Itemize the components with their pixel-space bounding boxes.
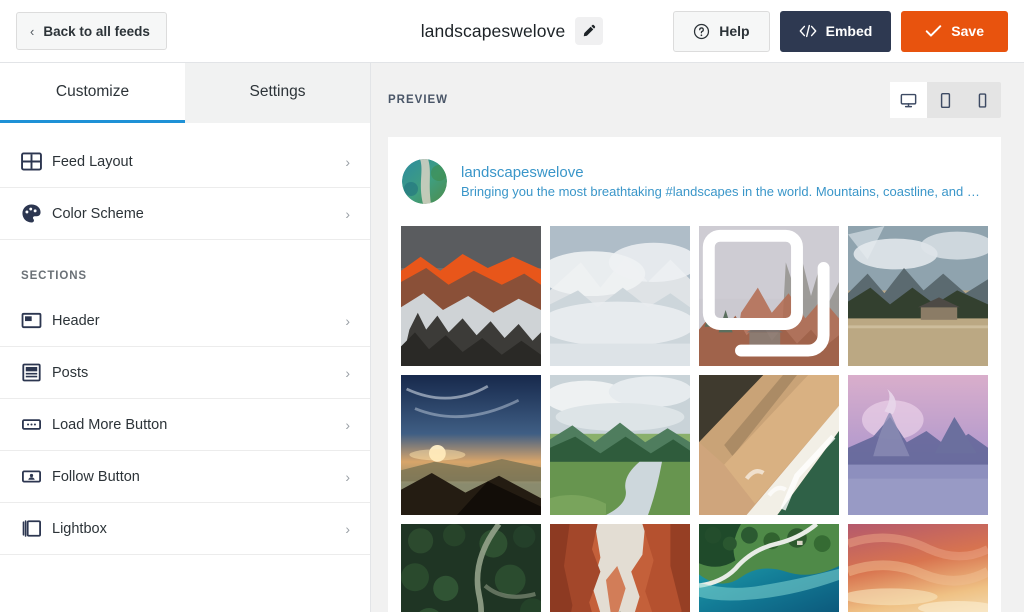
sidebar-item-load-more-button[interactable]: Load More Button › bbox=[0, 399, 370, 451]
preview-toolbar: PREVIEW bbox=[371, 63, 1024, 137]
edit-feed-name-button[interactable] bbox=[575, 17, 603, 45]
sidebar-item-label: Header bbox=[52, 313, 345, 329]
sidebar-primary-group: Feed Layout › Color Scheme › bbox=[0, 123, 370, 240]
feed-account-meta: landscapeswelove Bringing you the most b… bbox=[461, 164, 988, 199]
sidebar-item-feed-layout[interactable]: Feed Layout › bbox=[0, 136, 370, 188]
feed-post-tile[interactable] bbox=[550, 226, 690, 366]
back-to-all-feeds-button[interactable]: ‹ Back to all feeds bbox=[16, 12, 167, 50]
feed-post-tile[interactable] bbox=[699, 375, 839, 515]
chevron-right-icon: › bbox=[345, 313, 350, 329]
customizer-sidebar: Customize Settings Feed Layout › bbox=[0, 63, 371, 612]
preview-pane: PREVIEW bbox=[371, 63, 1024, 612]
feed-post-tile[interactable] bbox=[848, 524, 988, 612]
main-body: Customize Settings Feed Layout › bbox=[0, 63, 1024, 612]
help-button[interactable]: Help bbox=[673, 11, 769, 52]
avatar[interactable] bbox=[402, 159, 447, 204]
tablet-icon bbox=[937, 92, 954, 109]
foggy-cloud-mountain-valley-image bbox=[550, 226, 690, 366]
tab-customize-label: Customize bbox=[56, 83, 129, 101]
sidebar-item-label: Feed Layout bbox=[52, 154, 345, 170]
back-button-label: Back to all feeds bbox=[43, 24, 150, 39]
lightbox-icon bbox=[21, 518, 52, 539]
snowy-red-rock-mountain-image bbox=[401, 226, 541, 366]
turquoise-lake-peninsula-image bbox=[699, 524, 839, 612]
save-button[interactable]: Save bbox=[901, 11, 1008, 52]
header-block-icon bbox=[21, 310, 52, 331]
feed-post-grid bbox=[401, 226, 988, 612]
grid-layout-icon bbox=[21, 151, 52, 172]
chevron-right-icon: › bbox=[345, 206, 350, 222]
chevron-right-icon: › bbox=[345, 469, 350, 485]
sidebar-item-label: Posts bbox=[52, 365, 345, 381]
sidebar-item-follow-button[interactable]: Follow Button › bbox=[0, 451, 370, 503]
sidebar-item-header[interactable]: Header › bbox=[0, 295, 370, 347]
mobile-icon bbox=[974, 92, 991, 109]
posts-icon bbox=[21, 362, 52, 383]
chevron-left-icon: ‹ bbox=[30, 24, 34, 39]
feed-account-header: landscapeswelove Bringing you the most b… bbox=[401, 159, 988, 226]
device-desktop-button[interactable] bbox=[890, 82, 927, 118]
sidebar-item-label: Follow Button bbox=[52, 469, 345, 485]
feed-username[interactable]: landscapeswelove bbox=[461, 164, 988, 181]
sidebar-item-color-scheme[interactable]: Color Scheme › bbox=[0, 188, 370, 240]
green-river-valley-image bbox=[550, 375, 690, 515]
sidebar-item-lightbox[interactable]: Lightbox › bbox=[0, 503, 370, 555]
question-circle-icon bbox=[693, 23, 710, 40]
sidebar-empty-space bbox=[0, 555, 370, 612]
feed-post-tile[interactable] bbox=[401, 375, 541, 515]
feed-post-tile[interactable] bbox=[848, 375, 988, 515]
save-button-label: Save bbox=[951, 23, 984, 39]
sidebar-item-posts[interactable]: Posts › bbox=[0, 347, 370, 399]
embed-button-label: Embed bbox=[826, 23, 873, 39]
chevron-right-icon: › bbox=[345, 154, 350, 170]
feed-customizer-app: ‹ Back to all feeds landscapeswelove Hel… bbox=[0, 0, 1024, 612]
code-brackets-icon bbox=[799, 24, 817, 38]
page-title: landscapeswelove bbox=[421, 21, 566, 42]
feed-post-tile[interactable] bbox=[699, 524, 839, 612]
device-mobile-button[interactable] bbox=[964, 82, 1001, 118]
device-tablet-button[interactable] bbox=[927, 82, 964, 118]
sidebar-sections-group: Header › Posts › bbox=[0, 295, 370, 555]
sections-heading: SECTIONS bbox=[0, 240, 370, 295]
aerial-forest-road-image bbox=[401, 524, 541, 612]
feed-post-tile[interactable] bbox=[401, 226, 541, 366]
feed-bio: Bringing you the most breathtaking #land… bbox=[461, 184, 988, 199]
tab-customize[interactable]: Customize bbox=[0, 63, 185, 123]
chevron-right-icon: › bbox=[345, 365, 350, 381]
pencil-icon bbox=[582, 24, 596, 38]
top-bar: ‹ Back to all feeds landscapeswelove Hel… bbox=[0, 0, 1024, 63]
sidebar-tabs: Customize Settings bbox=[0, 63, 370, 123]
red-canyon-hoodoos-image bbox=[550, 524, 690, 612]
feed-post-tile[interactable] bbox=[699, 226, 839, 366]
chevron-right-icon: › bbox=[345, 417, 350, 433]
desktop-icon bbox=[900, 92, 917, 109]
orange-sunset-clouds-image bbox=[848, 524, 988, 612]
feed-post-tile[interactable] bbox=[550, 524, 690, 612]
topbar-actions: Help Embed Save bbox=[673, 11, 1008, 52]
feed-preview-canvas: landscapeswelove Bringing you the most b… bbox=[388, 137, 1001, 612]
feed-post-tile[interactable] bbox=[848, 226, 988, 366]
sidebar-item-label: Load More Button bbox=[52, 417, 345, 433]
misty-autumn-forest-cabin-image bbox=[699, 226, 839, 366]
aerial-sand-beach-shoreline-image bbox=[699, 375, 839, 515]
tab-settings-label: Settings bbox=[249, 83, 305, 101]
sidebar-item-label: Lightbox bbox=[52, 521, 345, 537]
tab-settings[interactable]: Settings bbox=[185, 63, 370, 123]
chevron-right-icon: › bbox=[345, 521, 350, 537]
feed-post-tile[interactable] bbox=[550, 375, 690, 515]
sidebar-item-label: Color Scheme bbox=[52, 206, 345, 222]
help-button-label: Help bbox=[719, 23, 749, 39]
follow-button-icon bbox=[21, 466, 52, 487]
palette-icon bbox=[21, 203, 52, 224]
sunrise-over-ridge-image bbox=[401, 375, 541, 515]
feed-post-tile[interactable] bbox=[401, 524, 541, 612]
embed-button[interactable]: Embed bbox=[780, 11, 892, 52]
meadow-barn-mountain-image bbox=[848, 226, 988, 366]
purple-volcano-dawn-image bbox=[848, 375, 988, 515]
load-more-icon bbox=[21, 414, 52, 435]
checkmark-icon bbox=[925, 24, 942, 38]
device-toggle-group bbox=[890, 82, 1001, 118]
preview-label: PREVIEW bbox=[388, 94, 448, 106]
